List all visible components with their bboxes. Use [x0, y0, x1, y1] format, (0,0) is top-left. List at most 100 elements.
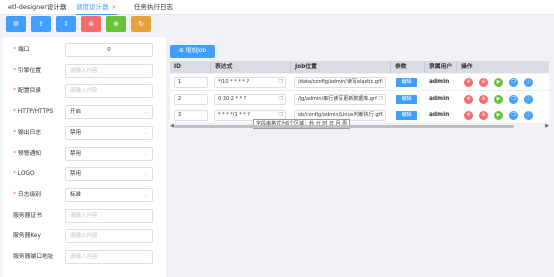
add-icon: ⊕ [178, 48, 184, 54]
edit-params-button[interactable]: 编辑 [396, 111, 417, 120]
field-label-text: 端口 [17, 47, 30, 53]
field-label-text: 日志级别 [17, 191, 42, 198]
field-placeholder: 请输入内容 [70, 254, 98, 260]
field-value: 开启 [70, 109, 82, 116]
field-label-text: 服务器端口地址 [13, 254, 54, 260]
field-label: 服务器Key [13, 229, 41, 243]
refresh-button[interactable]: ↻ [131, 16, 151, 32]
tab-etl-designer[interactable]: etl-designer设计器 [8, 0, 66, 14]
close-icon: ⊗ [88, 20, 94, 28]
copy-icon[interactable]: ❐ [279, 95, 283, 104]
owner-label: admin [429, 95, 450, 102]
column-header: Job位置 [290, 61, 390, 73]
id-field[interactable]: 1 [174, 77, 208, 88]
tab-scheduler-designer[interactable]: 调度设计器 × [76, 0, 117, 15]
copy-icon[interactable]: ❐ [379, 111, 383, 120]
field-label: * 引擎位置 [13, 64, 41, 78]
form-row: * 日志级别 标准 ⌄ [3, 187, 166, 202]
delete-icon: ⊗ [466, 79, 471, 85]
upload-button[interactable]: ⇪ [31, 16, 51, 32]
input-field[interactable]: 请输入内容 [65, 250, 153, 264]
field-label-text: 配置目录 [17, 88, 42, 95]
table-row: 20 30 2 * * ? ❐/lg/admin/串行读写更新数据库.grf ❐ 编辑… [170, 90, 549, 108]
id-field[interactable]: 2 [174, 93, 208, 105]
add-icon: ⊕ [113, 20, 119, 28]
owner-label: admin [429, 79, 450, 85]
download-button[interactable]: ⇩ [56, 16, 76, 32]
id-field[interactable]: 3 [174, 110, 208, 121]
stop-icon: ⊘ [481, 112, 486, 118]
copy-job-button[interactable]: ❐ [509, 78, 518, 87]
field-label: * 端口 [13, 43, 30, 57]
stop-icon: ⊘ [481, 79, 486, 85]
input-field[interactable]: 请输入内容 [65, 229, 153, 244]
required-mark: * [13, 129, 16, 136]
job-path-field[interactable]: /data/config/admin/读写elastic.grf ❐ [294, 77, 386, 88]
edit-params-button[interactable]: 编辑 [396, 94, 417, 104]
horizontal-scrollbar[interactable]: ◀ ▶ [170, 124, 549, 129]
info-job-button[interactable]: ⓘ [524, 78, 533, 87]
stop-job-button[interactable]: ⊘ [479, 111, 488, 120]
info-job-button[interactable]: ⓘ [524, 111, 533, 120]
delete-job-button[interactable]: ⊗ [464, 78, 473, 87]
close-icon[interactable]: × [112, 4, 117, 11]
cron-expression-field[interactable]: */10 * * * * ? ❐ [214, 77, 286, 88]
close-button[interactable]: ⊗ [81, 16, 101, 32]
column-header: 操作 [456, 61, 549, 73]
tab-label: 调度设计器 [76, 3, 109, 11]
cron-expression-field-text: 0 30 2 * * ? [218, 95, 247, 102]
select-field[interactable]: 禁用 ⌄ [65, 146, 153, 161]
table-row: 1 */10 * * * * ? ❐ /data/config/admin/读写ela… [170, 74, 549, 91]
stop-job-button[interactable]: ⊘ [479, 78, 488, 87]
copy-icon[interactable]: ❐ [279, 78, 283, 87]
field-value: 0 [107, 47, 111, 53]
field-label-text: LOGO [17, 171, 35, 178]
start-job-button[interactable]: ▶ [494, 94, 503, 104]
tab-active-indicator [76, 13, 117, 15]
select-field[interactable]: 禁用 ⌄ [65, 125, 153, 140]
add-button[interactable]: ⊕ [106, 16, 126, 32]
stop-job-button[interactable]: ⊘ [479, 94, 488, 104]
select-field[interactable]: 开启 ⌄ [65, 105, 153, 120]
delete-icon: ⊗ [466, 112, 471, 118]
input-field[interactable]: 请输入内容 [65, 63, 153, 78]
start-job-button[interactable]: ▶ [494, 78, 503, 87]
copy-icon[interactable]: ❐ [379, 95, 383, 104]
input-field[interactable]: 请输入内容 [65, 84, 153, 99]
input-field[interactable]: 请输入内容 [65, 208, 153, 223]
add-job-label: 增加Job [185, 48, 207, 54]
copy-icon[interactable]: ❐ [379, 78, 383, 87]
column-header: ID [174, 64, 181, 70]
tab-label: etl-designer设计器 [8, 3, 67, 11]
delete-job-button[interactable]: ⊗ [464, 111, 473, 120]
field-label: * 输出日志 [13, 126, 41, 140]
delete-job-button[interactable]: ⊗ [464, 94, 473, 104]
form-row: * 端口 0 [3, 43, 166, 57]
cron-expression-field-text: * * * */1 * * ? [218, 112, 251, 118]
form-row: * 输出日志 禁用 ⌄ [3, 125, 166, 140]
copy-job-button[interactable]: ❐ [509, 94, 518, 104]
copy-job-button[interactable]: ❐ [509, 111, 518, 120]
start-job-button[interactable]: ▶ [494, 111, 503, 120]
input-field[interactable]: 0 [65, 43, 153, 57]
scroll-right-icon[interactable]: ▶ [545, 124, 549, 129]
field-label-text: HTTP/HTTPS [17, 109, 54, 116]
tab-task-log[interactable]: 任务执行日志 [134, 0, 173, 14]
field-placeholder: 请输入内容 [70, 212, 98, 219]
scroll-thumb[interactable] [174, 125, 514, 128]
settings-button[interactable]: ⚙ [6, 16, 26, 32]
info-job-button[interactable]: ⓘ [524, 94, 533, 104]
tab-label: 任务执行日志 [134, 3, 173, 11]
job-path-field[interactable]: /lg/admin/串行读写更新数据库.grf ❐ [294, 93, 386, 105]
cron-expression-field[interactable]: 0 30 2 * * ? ❐ [214, 93, 286, 105]
edit-params-button[interactable]: 编辑 [396, 78, 417, 87]
field-value: 标准 [70, 191, 82, 198]
field-label: 服务器证书 [13, 209, 42, 223]
job-path-field-text: /lg/admin/串行读写更新数据库.grf [298, 95, 377, 102]
start-icon: ▶ [496, 112, 501, 118]
info-icon: ⓘ [525, 79, 531, 85]
add-job-button[interactable]: ⊕ 增加Job [170, 45, 215, 58]
select-field[interactable]: 标准 ⌄ [65, 187, 153, 202]
select-field[interactable]: 禁用 ⌄ [65, 167, 153, 182]
required-mark: * [13, 150, 16, 157]
